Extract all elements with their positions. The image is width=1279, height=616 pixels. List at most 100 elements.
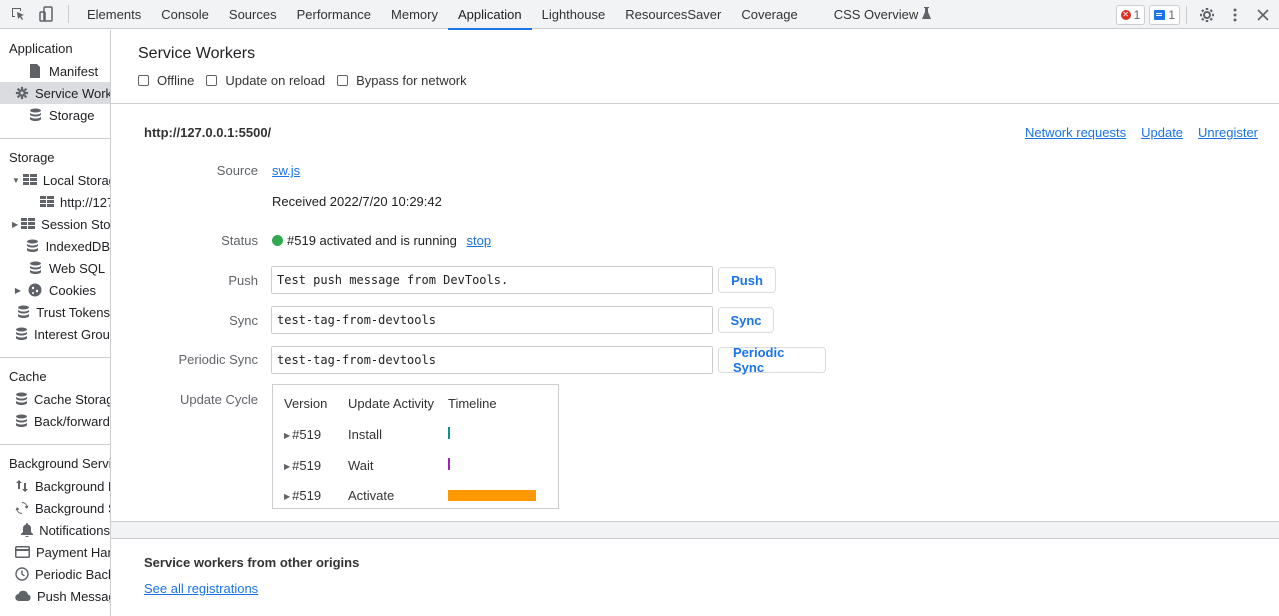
- sidebar-item-service-workers[interactable]: Service Workers: [0, 82, 110, 104]
- page-title: Service Workers: [138, 45, 256, 62]
- sidebar-item-http-127-0-0-1-5500[interactable]: http://127.0.0.1:5500: [0, 191, 110, 213]
- sidebar-item-session-storage[interactable]: ▶ Session Storage: [0, 213, 110, 235]
- tab-label: Memory: [391, 6, 438, 22]
- update-on-reload-checkbox[interactable]: Update on reload: [206, 73, 325, 88]
- sidebar-item-label: Trust Tokens: [36, 304, 110, 320]
- stop-link[interactable]: stop: [466, 233, 491, 248]
- tab-memory[interactable]: Memory: [381, 0, 448, 29]
- bypass-for-network-label: Bypass for network: [356, 73, 467, 88]
- error-badge[interactable]: ✕ 1: [1115, 4, 1146, 25]
- sidebar-item-label: Cookies: [49, 282, 96, 298]
- sidebar-item-notifications[interactable]: Notifications: [0, 519, 110, 541]
- see-all-registrations-link[interactable]: See all registrations: [144, 581, 258, 596]
- activity-cell: Wait: [348, 457, 374, 473]
- sidebar-item-label: Manifest: [49, 63, 99, 79]
- collapse-arrow-icon[interactable]: ▶: [12, 286, 24, 295]
- application-sidebar: Application Manifest Service Workers Storag…: [0, 30, 111, 616]
- tab-sources[interactable]: Sources: [219, 0, 287, 29]
- database-icon: [15, 413, 28, 429]
- database-icon: [27, 107, 43, 123]
- version-cell[interactable]: ▶ #519: [284, 458, 321, 473]
- update-cycle-table: Version Update Activity Timeline ▶ #519 In…: [272, 384, 559, 509]
- tab-label: Lighthouse: [541, 6, 606, 22]
- version-text: #519: [292, 488, 322, 503]
- sidebar-heading-background-services[interactable]: Background Services: [0, 453, 110, 475]
- sidebar-item-interest-groups[interactable]: Interest Groups: [0, 323, 110, 345]
- database-icon: [26, 238, 40, 254]
- sidebar-item-periodic-background-sync[interactable]: Periodic Background Sync: [0, 563, 110, 585]
- device-toolbar-icon[interactable]: [32, 0, 60, 28]
- sync-button[interactable]: Sync: [718, 307, 774, 333]
- unregister-link[interactable]: Unregister: [1198, 125, 1258, 140]
- sidebar-item-label: Back/forward cache: [34, 413, 110, 429]
- sidebar-item-label: Push Messaging: [37, 588, 110, 604]
- sidebar-item-manifest[interactable]: Manifest: [0, 60, 110, 82]
- push-message-input[interactable]: Test push message from DevTools.: [271, 266, 713, 294]
- tab-resourcessaver[interactable]: ResourcesSaver: [615, 0, 731, 29]
- update-on-reload-checkbox-box[interactable]: [206, 75, 218, 86]
- bypass-for-network-checkbox[interactable]: Bypass for network: [337, 73, 467, 88]
- tab-lighthouse[interactable]: Lighthouse: [532, 0, 616, 29]
- tab-label: CSS Overview: [833, 6, 919, 22]
- close-icon[interactable]: [1249, 1, 1277, 29]
- expand-triangle-icon[interactable]: ▶: [284, 492, 290, 501]
- expand-arrow-icon[interactable]: ▼: [12, 176, 20, 185]
- update-cycle-row: ▶ #519 Install: [273, 427, 558, 447]
- sidebar-item-storage[interactable]: Storage: [0, 104, 110, 126]
- tab-elements[interactable]: Elements: [77, 0, 151, 29]
- tab-label: Coverage: [741, 6, 798, 22]
- sidebar-item-cache-storage[interactable]: Cache Storage: [0, 388, 110, 410]
- tab-console[interactable]: Console: [151, 0, 219, 29]
- sidebar-item-local-storage[interactable]: ▼ Local Storage: [0, 169, 110, 191]
- sidebar-item-trust-tokens[interactable]: Trust Tokens: [0, 301, 110, 323]
- sidebar-item-label: Background Fetch: [35, 478, 110, 494]
- expand-triangle-icon[interactable]: ▶: [284, 462, 290, 471]
- collapse-arrow-icon[interactable]: ▶: [12, 220, 18, 229]
- sidebar-item-label: Local Storage: [42, 172, 110, 188]
- version-cell[interactable]: ▶ #519: [284, 427, 321, 442]
- tab-application[interactable]: Application: [447, 0, 532, 30]
- update-link[interactable]: Update: [1141, 125, 1183, 140]
- message-badge[interactable]: 1: [1149, 4, 1180, 25]
- sync-tag-input[interactable]: test-tag-from-devtools: [271, 306, 713, 334]
- offline-checkbox-box[interactable]: [138, 75, 149, 86]
- sidebar-divider: [0, 357, 110, 358]
- activity-cell: Activate: [348, 488, 395, 503]
- update-cycle-row: ▶ #519 Wait: [273, 457, 558, 478]
- settings-gear-icon[interactable]: [1193, 1, 1221, 29]
- other-origins-title: Service workers from other origins: [144, 555, 360, 570]
- periodic-sync-button[interactable]: Periodic Sync: [718, 345, 826, 375]
- sidebar-item-push-messaging[interactable]: Push Messaging: [0, 585, 110, 607]
- tab-performance[interactable]: Performance: [287, 0, 381, 29]
- table-icon: [40, 194, 54, 210]
- inspect-element-icon[interactable]: [4, 0, 32, 28]
- more-options-icon[interactable]: [1221, 1, 1249, 29]
- tab-coverage[interactable]: Coverage: [731, 0, 807, 29]
- sidebar-divider: [0, 138, 110, 139]
- sidebar-item-background-fetch[interactable]: Background Fetch: [0, 475, 110, 497]
- version-cell[interactable]: ▶ #519: [284, 488, 321, 503]
- sidebar-item-back-forward-cache[interactable]: Back/forward cache: [0, 410, 110, 432]
- message-icon: [1154, 9, 1166, 20]
- version-header: Version: [284, 396, 328, 411]
- bypass-for-network-checkbox-box[interactable]: [337, 75, 349, 86]
- sidebar-item-label: Service Workers: [35, 85, 110, 101]
- sidebar-heading-storage[interactable]: Storage: [0, 147, 110, 169]
- sidebar-item-background-sync[interactable]: Background Sync: [0, 497, 110, 519]
- sidebar-heading-application[interactable]: Application: [0, 38, 110, 60]
- expand-triangle-icon[interactable]: ▶: [284, 431, 290, 440]
- update-on-reload-label: Update on reload: [225, 73, 326, 88]
- sidebar-item-web-sql[interactable]: Web SQL: [0, 257, 110, 279]
- sidebar-item-cookies[interactable]: ▶ Cookies: [0, 279, 110, 301]
- network-requests-link[interactable]: Network requests: [1025, 125, 1126, 140]
- panel-tabs: Elements Console Sources Performance Memory A…: [77, 0, 942, 30]
- sidebar-heading-cache[interactable]: Cache: [0, 366, 110, 388]
- tab-css-overview[interactable]: CSS Overview: [824, 0, 942, 29]
- push-button[interactable]: Push: [718, 267, 776, 293]
- periodic-sync-tag-input[interactable]: test-tag-from-devtools: [271, 346, 713, 374]
- sidebar-item-payment-handler[interactable]: Payment Handler: [0, 541, 110, 563]
- offline-checkbox[interactable]: Offline: [138, 73, 194, 88]
- sidebar-item-indexeddb[interactable]: IndexedDB: [0, 235, 110, 257]
- received-text: Received 2022/7/20 10:29:42: [272, 194, 442, 209]
- source-link[interactable]: sw.js: [272, 163, 300, 178]
